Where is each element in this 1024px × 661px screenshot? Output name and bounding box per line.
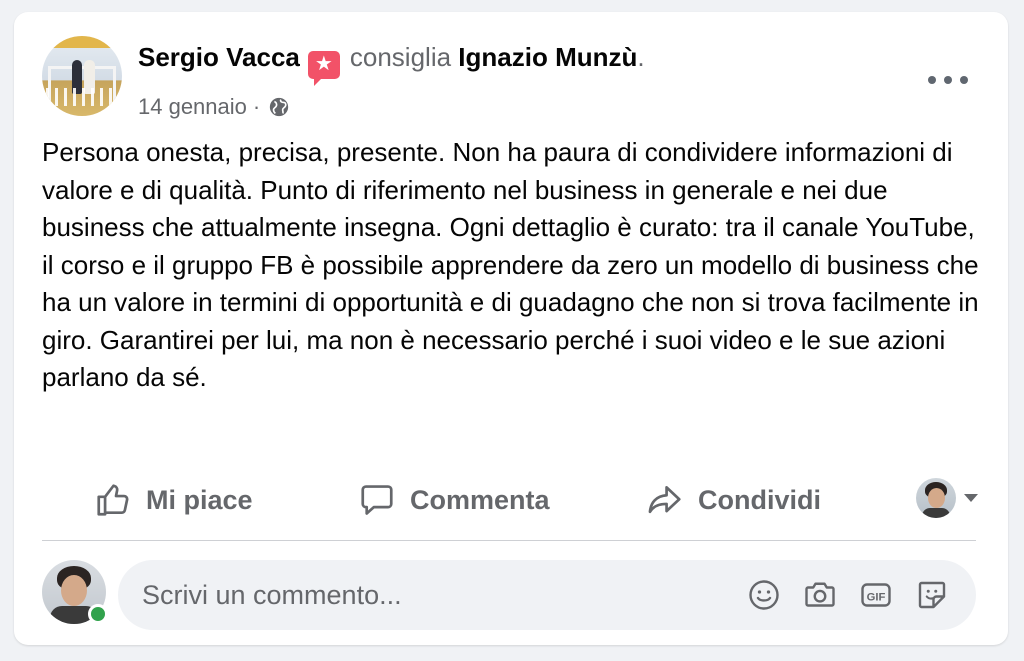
author-name[interactable]: Sergio Vacca — [138, 42, 300, 72]
emoji-icon[interactable] — [746, 577, 782, 613]
post-title-line: Sergio Vacca ★ consiglia Ignazio Munzù. — [138, 42, 645, 86]
online-status-dot — [88, 604, 108, 624]
comment-label: Commenta — [410, 484, 550, 515]
post-body-text: Persona onesta, precisa, presente. Non h… — [42, 137, 979, 392]
post-card: Sergio Vacca ★ consiglia Ignazio Munzù. 14… — [14, 12, 1008, 645]
divider — [42, 540, 976, 541]
like-label: Mi piace — [146, 484, 253, 515]
more-dot-icon — [928, 76, 936, 84]
share-arrow-icon — [648, 485, 681, 514]
more-dot-icon — [960, 76, 968, 84]
post-actions-bar: Mi piace Commenta Condividi — [42, 472, 978, 528]
more-dot-icon — [944, 76, 952, 84]
gif-icon[interactable]: GIF — [858, 577, 894, 613]
comment-bubble-icon — [361, 485, 393, 515]
globe-icon[interactable] — [268, 96, 290, 118]
recommendation-star-icon: ★ — [307, 51, 340, 86]
title-period: . — [637, 42, 645, 72]
svg-text:GIF: GIF — [867, 591, 886, 603]
share-button[interactable]: Condividi — [646, 472, 821, 528]
post-date[interactable]: 14 gennaio — [138, 94, 247, 120]
recommends-verb: consiglia — [349, 42, 452, 72]
post-meta: 14 gennaio · — [138, 94, 290, 120]
recommended-page-name[interactable]: Ignazio Munzù — [458, 42, 637, 72]
thumbs-up-icon — [97, 484, 129, 516]
like-button[interactable]: Mi piace — [94, 472, 253, 528]
author-avatar[interactable] — [42, 36, 122, 116]
chevron-down-icon — [964, 494, 978, 502]
user-avatar-small — [916, 478, 956, 518]
camera-icon[interactable] — [802, 577, 838, 613]
comment-tools: GIF — [746, 577, 950, 613]
post-header: Sergio Vacca ★ consiglia Ignazio Munzù. 14… — [42, 36, 980, 120]
comment-button[interactable]: Commenta — [358, 472, 550, 528]
meta-separator: · — [252, 94, 261, 119]
comment-composer: GIF — [42, 560, 976, 630]
react-as-selector[interactable] — [916, 478, 978, 518]
more-options-button[interactable] — [928, 68, 968, 92]
share-label: Condividi — [698, 484, 821, 515]
sticker-icon[interactable] — [914, 577, 950, 613]
